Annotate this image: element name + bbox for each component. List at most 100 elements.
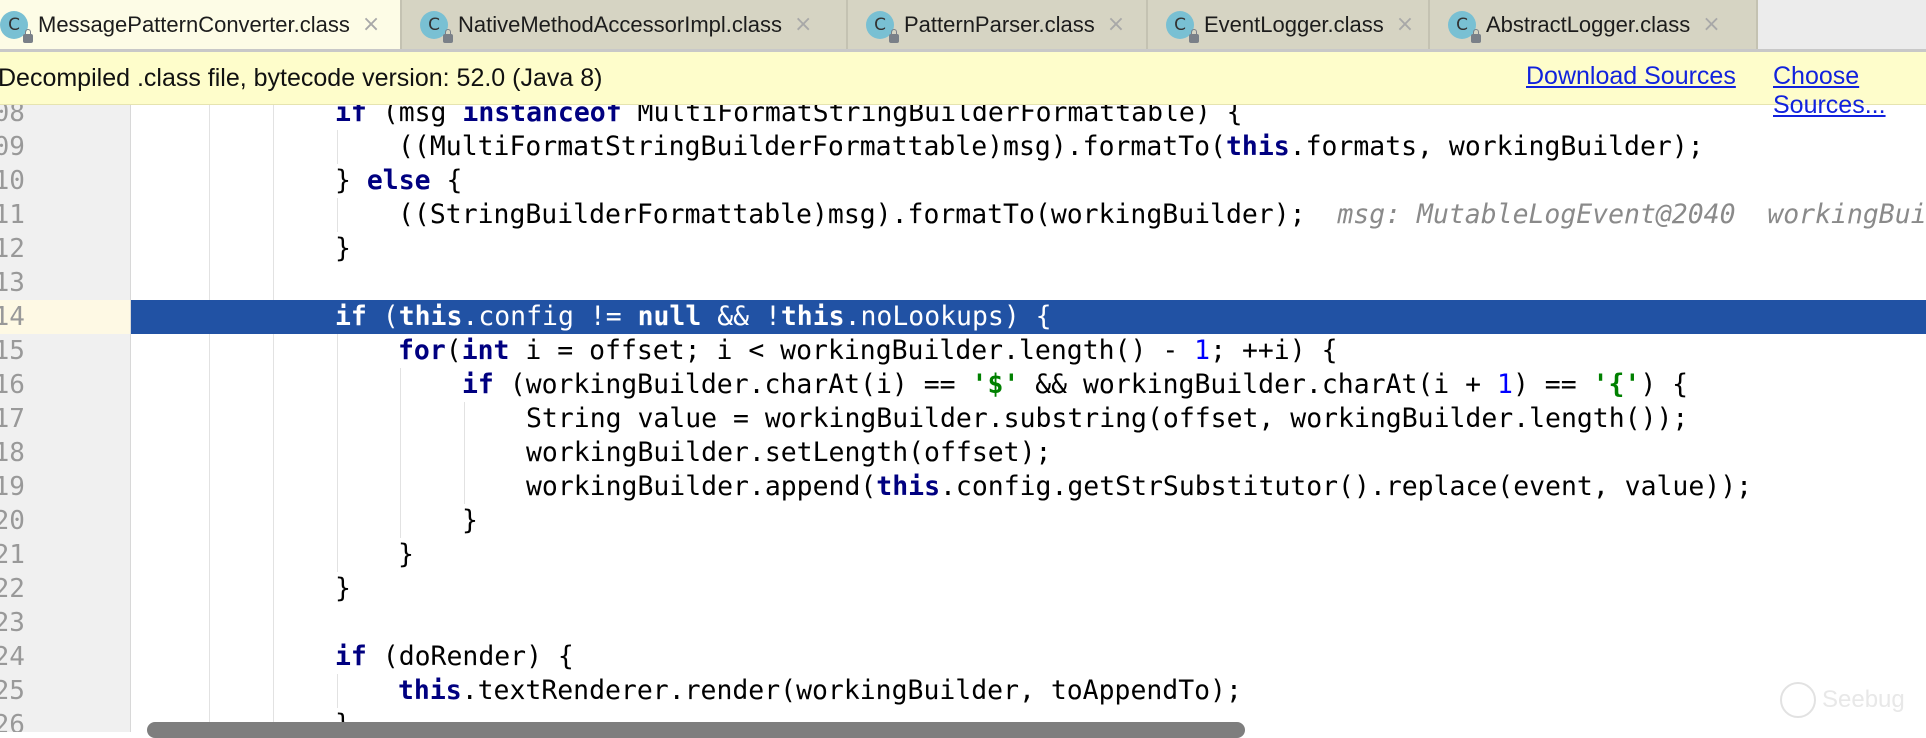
keyword: this (780, 301, 845, 332)
close-tab-icon[interactable]: × (794, 12, 812, 37)
horizontal-scrollbar[interactable] (147, 722, 1245, 738)
keyword: this (1226, 131, 1291, 162)
keyword: else (366, 165, 431, 196)
code-text: } (398, 538, 414, 572)
indent-guide (336, 198, 338, 232)
code-token: && ! (700, 301, 781, 332)
code-token: ; ++i) { (1210, 335, 1338, 366)
code-token: ( (446, 335, 463, 366)
code-line[interactable]: 117 String value = workingBuilder.substri… (0, 402, 1926, 436)
code-line[interactable]: 112} (0, 232, 1926, 266)
close-tab-icon[interactable]: × (362, 12, 380, 37)
class-letter: C (428, 14, 440, 35)
line-number: 117 (0, 404, 25, 434)
indent-guide (336, 538, 338, 572)
tab-nativemethodaccessorimpl[interactable]: C NativeMethodAccessorImpl.class × (402, 0, 848, 49)
tab-label: MessagePatternConverter.class (38, 11, 350, 37)
tab-label: PatternParser.class (904, 11, 1095, 37)
indent-guide (336, 436, 338, 470)
seebug-logo-icon (1780, 682, 1816, 718)
code-token: .textRenderer.render(workingBuilder, toA… (462, 675, 1243, 706)
keyword: null (637, 301, 701, 332)
code-token: } (462, 505, 479, 536)
line-number: 122 (0, 574, 25, 604)
code-token: ) { (1640, 369, 1689, 400)
line-number: 126 (0, 710, 25, 732)
code-token: } (334, 573, 351, 604)
code-line[interactable]: 124 if (doRender) { (0, 640, 1926, 674)
keyword: instanceof (461, 104, 622, 128)
banner-message: Decompiled .class file, bytecode version… (0, 64, 603, 92)
indent-guide (336, 130, 338, 164)
close-tab-icon[interactable]: × (1107, 12, 1125, 37)
indent-guide (336, 368, 338, 402)
code-token: MultiFormatStringBuilderFormattable) { (621, 104, 1243, 128)
code-line[interactable]: 123 (0, 606, 1926, 640)
close-tab-icon[interactable]: × (1702, 12, 1720, 37)
code-line[interactable]: 125 this.textRenderer.render(workingBuild… (0, 674, 1926, 708)
code-line[interactable]: 111 ((StringBuilderFormattable)msg).forma… (0, 198, 1926, 232)
keyword: if (462, 369, 495, 400)
code-token: (msg (366, 104, 462, 128)
code-token: } (334, 165, 367, 196)
indent-guide (464, 402, 466, 436)
code-line[interactable]: 113 (0, 266, 1926, 300)
code-text: if (doRender) { (335, 640, 574, 674)
string-literal: '{' (1592, 369, 1641, 400)
editor-tab-bar: C MessagePatternConverter.class × C NativeMe… (0, 0, 1926, 52)
tab-abstractlogger[interactable]: C AbstractLogger.class × (1430, 0, 1758, 49)
tab-eventlogger[interactable]: C EventLogger.class × (1148, 0, 1430, 49)
code-line[interactable]: 121} (0, 538, 1926, 572)
line-number: 109 (0, 132, 25, 162)
line-number: 113 (0, 268, 25, 298)
code-text: } (335, 232, 351, 266)
code-text: } (462, 504, 478, 538)
tab-label: NativeMethodAccessorImpl.class (458, 11, 783, 37)
seebug-watermark: Seebug (1780, 682, 1905, 718)
code-line[interactable]: 122} (0, 572, 1926, 606)
code-text: if (workingBuilder.charAt(i) == '$' && w… (462, 368, 1688, 402)
indent-guide (400, 504, 402, 538)
indent-guide (336, 402, 338, 436)
code-line[interactable]: 115 for(int i = offset; i < workingBuilde… (0, 334, 1926, 368)
class-file-icon: C (420, 10, 453, 43)
choose-sources-link[interactable]: Choose Sources... (1773, 62, 1926, 120)
close-tab-icon[interactable]: × (1396, 12, 1414, 37)
tab-messagepatternconverter[interactable]: C MessagePatternConverter.class × (0, 0, 402, 49)
keyword: this (398, 301, 463, 332)
line-number: 120 (0, 506, 25, 536)
code-line[interactable]: 108 if (msg instanceof MultiFormatStringB… (0, 104, 1926, 130)
code-token: } (398, 539, 415, 570)
code-token: String value = workingBuilder.substring(… (526, 403, 1689, 434)
class-letter: C (1174, 14, 1186, 35)
tab-patternparser[interactable]: C PatternParser.class × (848, 0, 1148, 49)
keyword: this (876, 471, 940, 502)
class-file-icon: C (866, 10, 899, 43)
code-line[interactable]: 120} (0, 504, 1926, 538)
code-text: if (this.config != null && !this.noLooku… (335, 300, 1052, 334)
code-token: && workingBuilder.charAt(i + (1019, 369, 1498, 400)
code-line[interactable]: 110} else { (0, 164, 1926, 198)
code-editor[interactable]: 108 if (msg instanceof MultiFormatStringB… (0, 104, 1926, 732)
code-text: ((StringBuilderFormattable)msg).formatTo… (398, 198, 1926, 232)
line-number: 123 (0, 608, 25, 638)
debug-inline-value: msg: MutableLogEvent@2040 workingBuilder… (1337, 199, 1926, 230)
code-line[interactable]: 118 workingBuilder.setLength(offset); (0, 436, 1926, 470)
line-number: 108 (0, 104, 25, 128)
code-text: if (msg instanceof MultiFormatStringBuil… (335, 104, 1243, 130)
class-file-icon: C (0, 10, 33, 43)
line-number: 115 (0, 336, 25, 366)
code-line[interactable]: 119 workingBuilder.append(this.config.get… (0, 470, 1926, 504)
keyword: if (334, 641, 367, 672)
code-line[interactable]: 114if (this.config != null && !this.noLo… (0, 300, 1926, 334)
indent-guide (400, 368, 402, 402)
lock-icon (443, 28, 453, 43)
keyword: this (398, 675, 463, 706)
class-letter: C (8, 14, 20, 35)
code-token: ) == (1513, 369, 1593, 400)
download-sources-link[interactable]: Download Sources (1526, 62, 1736, 91)
number-literal: 1 (1497, 369, 1514, 400)
code-line[interactable]: 109 ((MultiFormatStringBuilderFormattable… (0, 130, 1926, 164)
code-line[interactable]: 116 if (workingBuilder.charAt(i) == '$' &… (0, 368, 1926, 402)
keyword: if (334, 104, 367, 128)
